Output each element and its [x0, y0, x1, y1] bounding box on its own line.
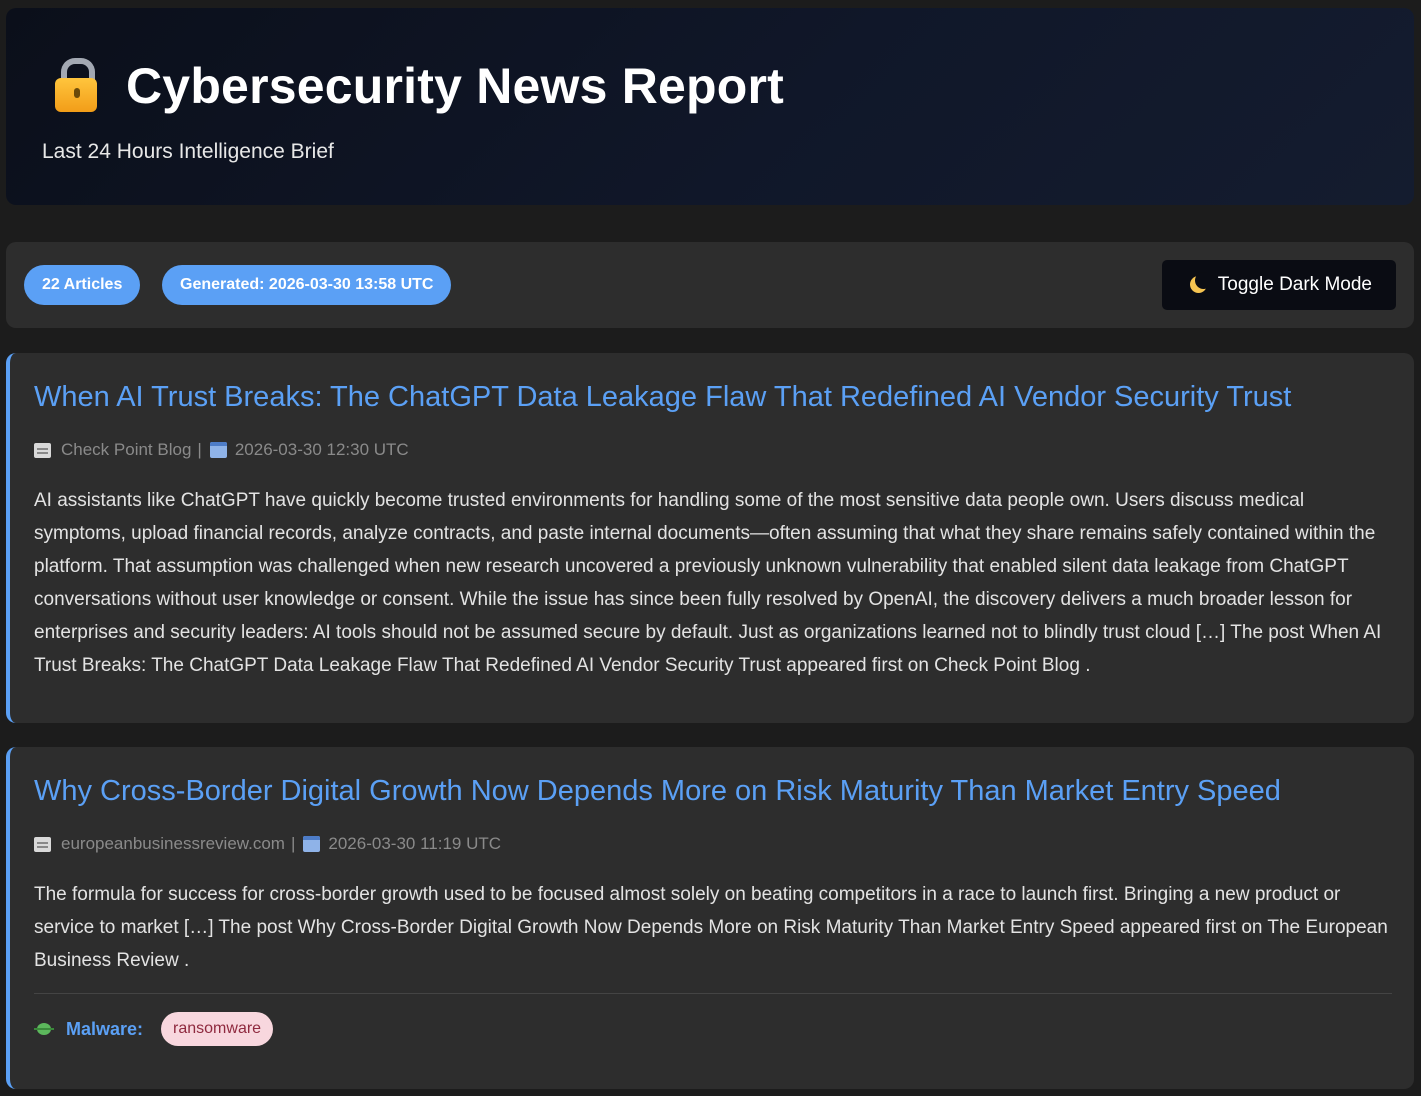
report-header: Cybersecurity News Report Last 24 Hours …: [6, 8, 1414, 205]
article-meta: europeanbusinessreview.com | 2026-03-30 …: [34, 834, 501, 854]
newspaper-icon: [34, 442, 51, 458]
article-date: 2026-03-30 11:19 UTC: [328, 834, 502, 853]
article-card: Why Cross-Border Digital Growth Now Depe…: [6, 747, 1414, 1089]
malware-tags-row: Malware: ransomware: [34, 1012, 274, 1046]
title-row: Cybersecurity News Report: [52, 56, 784, 116]
toggle-dark-mode-label: Toggle Dark Mode: [1217, 274, 1372, 295]
tags-divider: [34, 993, 1392, 994]
tag-ransomware[interactable]: ransomware: [161, 1012, 274, 1046]
article-meta: Check Point Blog | 2026-03-30 12:30 UTC: [34, 440, 409, 460]
article-card: When AI Trust Breaks: The ChatGPT Data L…: [6, 353, 1414, 723]
article-source: Check Point Blog: [61, 440, 192, 459]
meta-separator: |: [197, 440, 202, 459]
moon-icon: [1188, 272, 1212, 295]
toggle-dark-mode-button[interactable]: Toggle Dark Mode: [1161, 260, 1396, 310]
calendar-icon: [209, 442, 227, 458]
generated-timestamp-badge: Generated: 2026-03-30 13:58 UTC: [162, 265, 452, 305]
article-summary: The formula for success for cross-border…: [34, 884, 1388, 971]
page-subtitle: Last 24 Hours Intelligence Brief: [42, 140, 334, 163]
calendar-icon: [303, 836, 321, 852]
article-count-badge: 22 Articles: [24, 265, 141, 305]
newspaper-icon: [34, 836, 51, 852]
article-summary: AI assistants like ChatGPT have quickly …: [34, 490, 1382, 676]
article-source: europeanbusinessreview.com: [61, 834, 285, 853]
lock-icon: [52, 56, 100, 116]
article-date: 2026-03-30 12:30 UTC: [234, 440, 409, 459]
stats-bar: 22 Articles Generated: 2026-03-30 13:58 …: [6, 242, 1414, 328]
article-title-link[interactable]: When AI Trust Breaks: The ChatGPT Data L…: [34, 381, 1291, 414]
meta-separator: |: [290, 834, 296, 853]
article-title-link[interactable]: Why Cross-Border Digital Growth Now Depe…: [34, 775, 1281, 808]
page-title: Cybersecurity News Report: [126, 58, 785, 114]
bug-icon: [34, 1020, 54, 1038]
malware-label: Malware:: [66, 1018, 144, 1039]
